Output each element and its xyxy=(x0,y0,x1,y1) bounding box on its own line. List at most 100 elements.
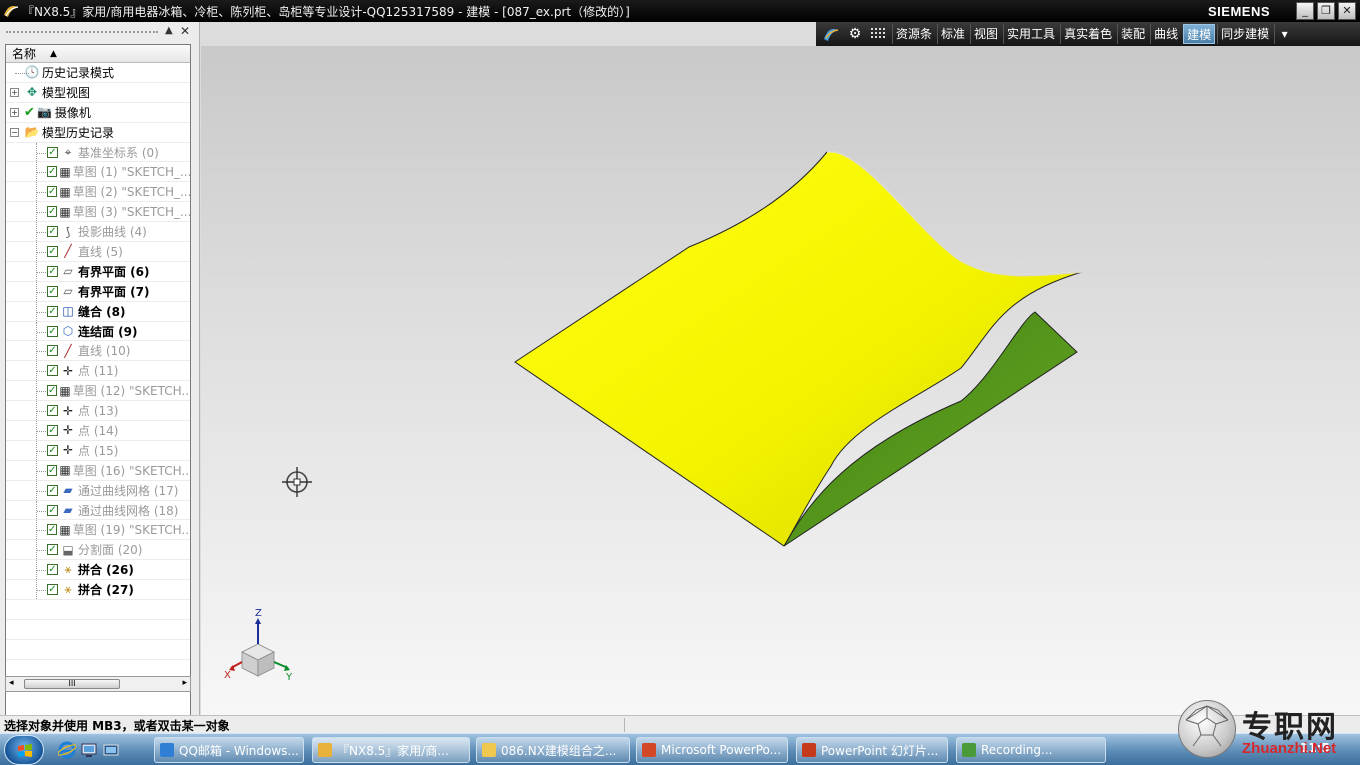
visibility-checkbox[interactable]: ✓ xyxy=(47,564,58,576)
tab-curve[interactable]: 曲线 xyxy=(1150,24,1181,44)
feature-row[interactable]: ✓ ✛ 点 (11) xyxy=(6,361,190,382)
task-qq-mail[interactable]: QQ邮箱 - Windows... xyxy=(154,737,304,763)
visibility-checkbox[interactable]: ✓ xyxy=(47,226,58,238)
feature-row[interactable]: ✓ ✛ 点 (15) xyxy=(6,440,190,461)
dock-grip[interactable] xyxy=(6,31,158,33)
nx-icon xyxy=(318,743,332,757)
task-recording[interactable]: Recording... xyxy=(956,737,1106,763)
toolbar-overflow-button[interactable]: ▾ xyxy=(1274,24,1294,44)
switch-windows-icon[interactable] xyxy=(102,741,120,759)
visibility-checkbox[interactable]: ✓ xyxy=(47,186,58,198)
tab-modeling[interactable]: 建模 xyxy=(1183,24,1216,44)
task-folder[interactable]: 086.NX建模组合之... xyxy=(476,737,630,763)
expand-icon[interactable]: + xyxy=(10,87,19,97)
visibility-checkbox[interactable]: ✓ xyxy=(47,524,58,536)
visibility-checkbox[interactable]: ✓ xyxy=(47,405,58,417)
visibility-checkbox[interactable]: ✓ xyxy=(47,504,58,516)
feature-row[interactable]: ✓ ⌖ 基准坐标系 (0) xyxy=(6,142,190,163)
feature-row[interactable]: ✓ ▦ 草图 (2) "SKETCH_... xyxy=(6,182,190,203)
feature-row[interactable]: ✓ ⟆ 投影曲线 (4) xyxy=(6,222,190,243)
tab-synchronous-modeling[interactable]: 同步建模 xyxy=(1217,24,1272,44)
scroll-left-icon[interactable]: ◂ xyxy=(9,678,14,688)
visibility-checkbox[interactable]: ✓ xyxy=(47,444,58,456)
visibility-checkbox[interactable]: ✓ xyxy=(47,245,58,257)
task-slideshow[interactable]: PowerPoint 幻灯片... xyxy=(796,737,948,763)
feature-row[interactable]: ✓ ⬓ 分割面 (20) xyxy=(6,540,190,561)
task-powerpoint[interactable]: Microsoft PowerPo... xyxy=(636,737,788,763)
close-navigator-icon[interactable]: ✕ xyxy=(180,24,190,38)
expand-icon[interactable]: + xyxy=(10,107,19,117)
visibility-checkbox[interactable]: ✓ xyxy=(47,345,58,357)
model-views-icon: ✥ xyxy=(26,85,38,100)
feature-row[interactable]: ✓ ╱ 直线 (5) xyxy=(6,242,190,262)
feature-row[interactable]: ✓ ⚹ 拼合 (27) xyxy=(6,580,190,601)
close-button[interactable]: ✕ xyxy=(1338,2,1356,20)
visibility-checkbox[interactable]: ✓ xyxy=(47,584,58,596)
visibility-checkbox[interactable]: ✓ xyxy=(47,166,58,178)
sort-ascending-icon[interactable]: ▲ xyxy=(50,49,57,59)
tab-view[interactable]: 视图 xyxy=(970,24,1001,44)
tree-connector xyxy=(37,152,46,154)
tab-true-shading[interactable]: 真实着色 xyxy=(1060,24,1115,44)
feature-row[interactable]: ✓ ▦ 草图 (19) "SKETCH... xyxy=(6,520,190,541)
view-triad[interactable]: Z X Y xyxy=(224,608,293,683)
visibility-checkbox[interactable]: ✓ xyxy=(47,484,58,496)
tree-connector xyxy=(37,590,46,592)
gear-icon[interactable]: ⚙ xyxy=(844,24,866,44)
minimize-button[interactable]: _ xyxy=(1296,2,1314,20)
feature-label: 草图 (1) "SKETCH_... xyxy=(72,165,191,180)
scroll-right-icon[interactable]: ▸ xyxy=(182,678,187,688)
visibility-checkbox[interactable]: ✓ xyxy=(47,146,58,158)
tab-standard[interactable]: 标准 xyxy=(937,24,968,44)
visibility-checkbox[interactable]: ✓ xyxy=(47,285,58,297)
visibility-checkbox[interactable]: ✓ xyxy=(47,365,58,377)
feature-row[interactable]: ✓ ▱ 有界平面 (6) xyxy=(6,261,190,282)
feature-row[interactable]: ✓ ◫ 缝合 (8) xyxy=(6,301,190,322)
tree-node[interactable]: + ✥ 模型视图 xyxy=(6,83,190,103)
visibility-checkbox[interactable]: ✓ xyxy=(47,544,58,556)
start-button[interactable] xyxy=(4,735,44,765)
feature-row[interactable]: ✓ ▱ 有界平面 (7) xyxy=(6,281,190,302)
visibility-checkbox[interactable]: ✓ xyxy=(47,385,58,397)
nx-toolbar-logo-icon[interactable] xyxy=(820,24,842,44)
feature-row[interactable]: ✓ ⚹ 拼合 (26) xyxy=(6,560,190,581)
feature-row[interactable]: ✓ ▰ 通过曲线网格 (17) xyxy=(6,480,190,501)
feature-row[interactable]: ✓ ▦ 草图 (3) "SKETCH_... xyxy=(6,202,190,223)
model-canvas[interactable]: Z X Y xyxy=(201,46,1360,715)
feature-row[interactable]: ✓ ▦ 草图 (16) "SKETCH... xyxy=(6,460,190,481)
scroll-thumb[interactable]: III xyxy=(24,679,120,689)
join-face-icon: ⬡ xyxy=(62,324,74,339)
feature-row[interactable]: ✓ ▦ 草图 (1) "SKETCH_... xyxy=(6,162,191,183)
show-desktop-icon[interactable] xyxy=(80,741,98,759)
pin-dropdown-icon[interactable]: ▲ xyxy=(165,25,173,36)
tab-utility[interactable]: 实用工具 xyxy=(1003,24,1058,44)
visibility-checkbox[interactable]: ✓ xyxy=(47,424,58,436)
feature-row[interactable]: ✓ ▰ 通过曲线网格 (18) xyxy=(6,500,190,521)
tab-resource-bar[interactable]: 资源条 xyxy=(892,24,935,44)
feature-row[interactable]: ✓ ✛ 点 (13) xyxy=(6,401,190,422)
visibility-checkbox[interactable]: ✓ xyxy=(47,325,58,337)
feature-row[interactable]: ✓ ✛ 点 (14) xyxy=(6,421,190,441)
feature-row[interactable]: ✓ ╱ 直线 (10) xyxy=(6,341,190,362)
task-nx[interactable]: 『NX8.5』家用/商... xyxy=(312,737,470,763)
visibility-checkbox[interactable]: ✓ xyxy=(47,464,58,476)
feature-row[interactable]: ✓ ⬡ 连结面 (9) xyxy=(6,321,190,342)
grid-dots-icon[interactable] xyxy=(868,24,890,44)
windows-taskbar: QQ邮箱 - Windows... 『NX8.5』家用/商... 086.NX建… xyxy=(0,733,1360,765)
visibility-checkbox[interactable]: ✓ xyxy=(47,206,58,218)
collapse-icon[interactable]: − xyxy=(10,127,19,137)
feature-row[interactable]: ✓ ▦ 草图 (12) "SKETCH... xyxy=(6,381,190,402)
sheet-body-surface[interactable] xyxy=(514,151,1083,547)
restore-button[interactable]: ❐ xyxy=(1317,2,1335,20)
visibility-checkbox[interactable]: ✓ xyxy=(47,305,58,317)
tree-horizontal-scrollbar[interactable]: ◂ III ▸ xyxy=(5,676,191,692)
tree-node[interactable]: 🕓 历史记录模式 xyxy=(6,63,190,83)
visibility-checkbox[interactable]: ✓ xyxy=(47,265,58,277)
feature-label: 拼合 (27) xyxy=(78,583,134,598)
tree-node[interactable]: + ✔ 📷 摄像机 xyxy=(6,103,190,123)
ie-quicklaunch-icon[interactable] xyxy=(58,741,76,759)
tree-node[interactable]: − 📂 模型历史记录 xyxy=(6,123,190,143)
tab-assembly[interactable]: 装配 xyxy=(1117,24,1148,44)
name-column-header[interactable]: 名称 ▲ xyxy=(6,45,190,63)
graphics-window[interactable]: Z X Y xyxy=(201,46,1360,715)
